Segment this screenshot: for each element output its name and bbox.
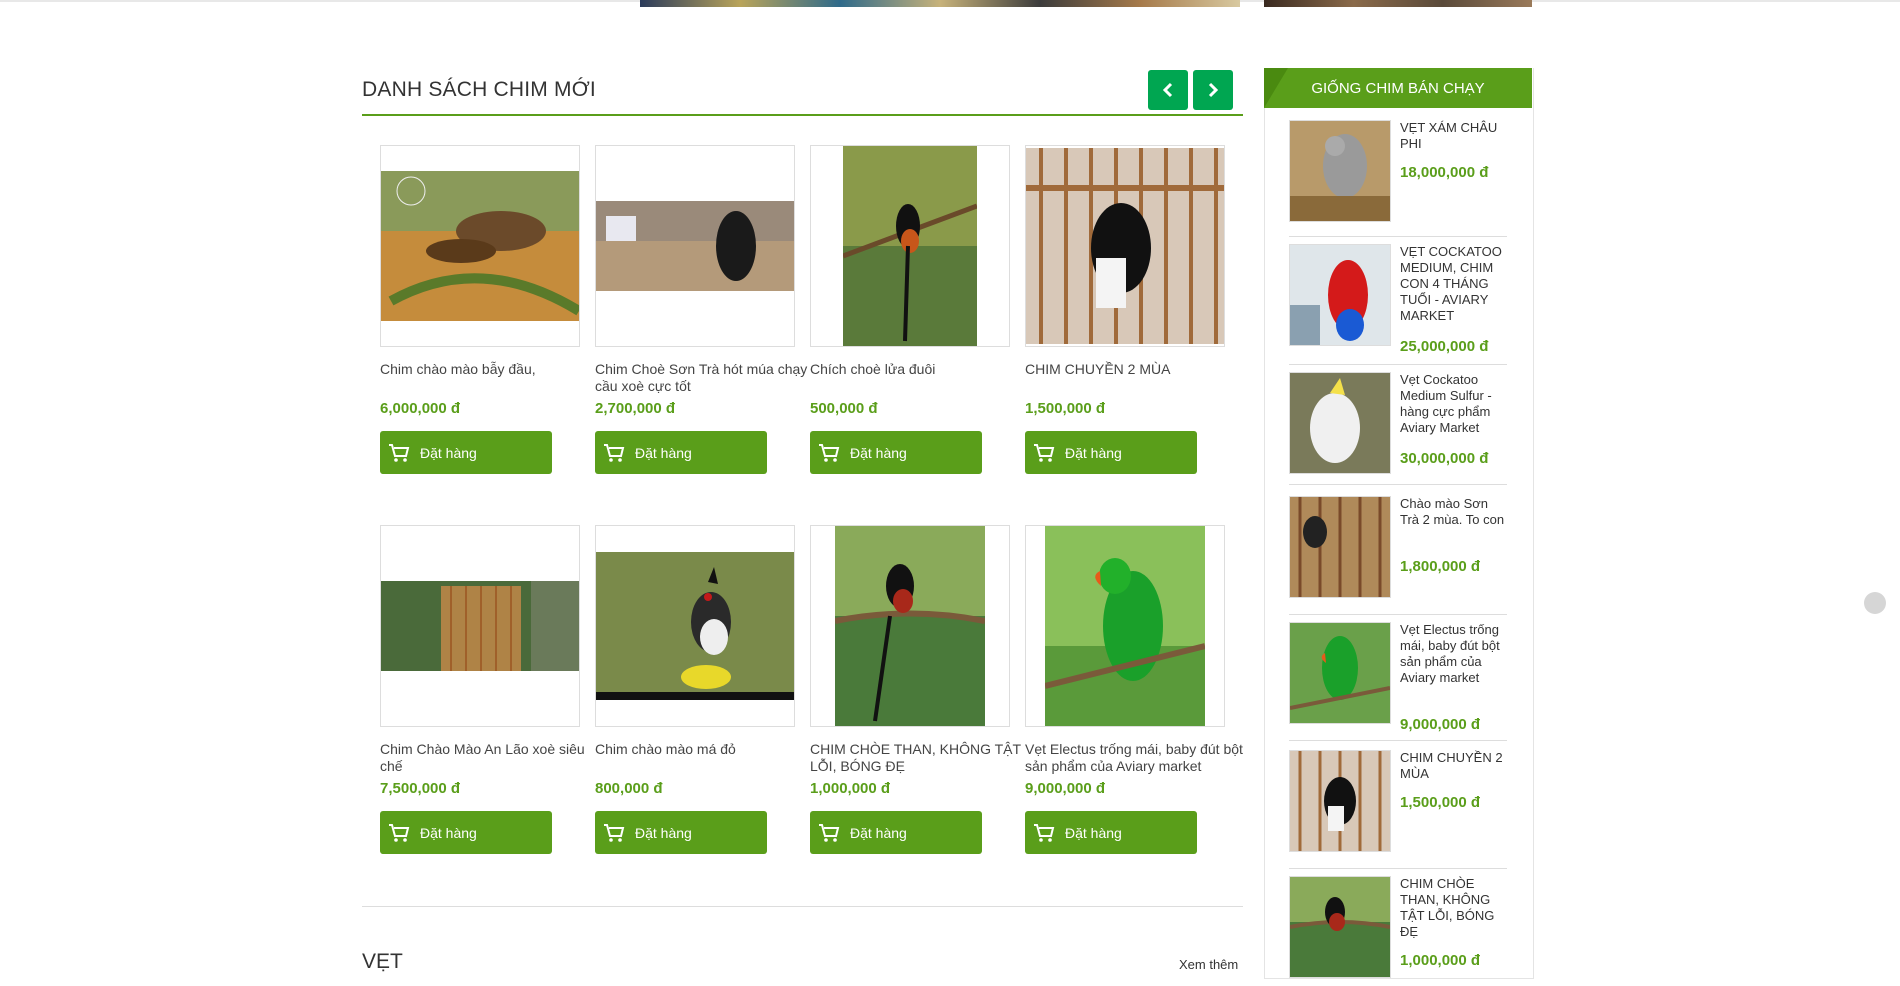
product-name[interactable]: Chim Chào Mào An Lão xoè siêu chế (380, 741, 600, 775)
product-image[interactable] (1025, 145, 1225, 347)
order-button[interactable]: Đặt hàng (380, 431, 552, 474)
sidebar-item-image[interactable] (1289, 244, 1391, 346)
cart-icon (819, 443, 840, 462)
cart-icon (389, 823, 410, 842)
sidebar-item[interactable]: Vẹt Cockatoo Medium Sulfur - hàng cực ph… (1289, 372, 1507, 485)
chevron-left-icon (1162, 82, 1173, 98)
sidebar-item-image[interactable] (1289, 750, 1391, 852)
section-header: DANH SÁCH CHIM MỚI (362, 70, 1243, 116)
sidebar-item-name[interactable]: CHIM CHÒE THAN, KHÔNG TẬT LỖI, BÓNG ĐẸ (1400, 876, 1510, 940)
order-button[interactable]: Đặt hàng (595, 431, 767, 474)
product-name[interactable]: CHIM CHUYỀN 2 MÙA (1025, 361, 1245, 378)
order-button[interactable]: Đặt hàng (380, 811, 552, 854)
product-price: 9,000,000 đ (1025, 780, 1106, 797)
sidebar-item-name[interactable]: CHIM CHUYỀN 2 MÙA (1400, 750, 1510, 782)
sidebar-item-image[interactable] (1289, 496, 1391, 598)
sidebar-header: GIỐNG CHIM BÁN CHẠY (1264, 68, 1532, 108)
order-button-label: Đặt hàng (1065, 824, 1122, 841)
product-image[interactable] (380, 145, 580, 347)
carousel-prev-button[interactable] (1148, 70, 1188, 110)
product-image[interactable] (380, 525, 580, 727)
sidebar-item-image[interactable] (1289, 372, 1391, 474)
section-title: DANH SÁCH CHIM MỚI (362, 78, 596, 101)
product-price: 7,500,000 đ (380, 780, 461, 797)
order-button-label: Đặt hàng (420, 824, 477, 841)
sidebar-item-name[interactable]: Vẹt Electus trống mái, baby đút bột sản … (1400, 622, 1510, 686)
sidebar-item-price: 9,000,000 đ (1400, 716, 1481, 733)
sidebar-item-image[interactable] (1289, 622, 1391, 724)
sidebar-item[interactable]: Vẹt Electus trống mái, baby đút bột sản … (1289, 622, 1507, 741)
product-price: 500,000 đ (810, 400, 878, 417)
sidebar-title: GIỐNG CHIM BÁN CHẠY (1311, 79, 1485, 97)
product-name[interactable]: Chích choè lửa đuôi (810, 361, 1030, 378)
sidebar-item[interactable]: Chào mào Sơn Trà 2 mùa. To con 1,800,000… (1289, 496, 1507, 615)
product-name[interactable]: Chim chào mào má đỏ (595, 741, 815, 758)
order-button[interactable]: Đặt hàng (1025, 811, 1197, 854)
cart-icon (1034, 443, 1055, 462)
cart-icon (819, 823, 840, 842)
sidebar-item[interactable]: VẸT COCKATOO MEDIUM, CHIM CON 4 THÁNG TU… (1289, 244, 1507, 365)
order-button-label: Đặt hàng (420, 444, 477, 461)
cart-icon (1034, 823, 1055, 842)
product-price: 800,000 đ (595, 780, 663, 797)
banner-image-strip (640, 0, 1240, 7)
product-price: 2,700,000 đ (595, 400, 676, 417)
order-button[interactable]: Đặt hàng (595, 811, 767, 854)
product-price: 1,000,000 đ (810, 780, 891, 797)
product-name[interactable]: Chim Choè Sơn Trà hót múa chạy cầu xoè c… (595, 361, 815, 395)
sidebar-item-image[interactable] (1289, 876, 1391, 978)
order-button[interactable]: Đặt hàng (810, 811, 982, 854)
product-image[interactable] (810, 525, 1010, 727)
product-image[interactable] (810, 145, 1010, 347)
cart-icon (389, 443, 410, 462)
product-image[interactable] (595, 525, 795, 727)
sidebar-item-name[interactable]: Chào mào Sơn Trà 2 mùa. To con (1400, 496, 1510, 528)
order-button[interactable]: Đặt hàng (810, 431, 982, 474)
cart-icon (604, 443, 625, 462)
sidebar-item-name[interactable]: Vẹt Cockatoo Medium Sulfur - hàng cực ph… (1400, 372, 1510, 436)
order-button-label: Đặt hàng (635, 824, 692, 841)
order-button-label: Đặt hàng (1065, 444, 1122, 461)
order-button-label: Đặt hàng (850, 444, 907, 461)
cart-icon (604, 823, 625, 842)
sidebar-item[interactable]: VẸT XÁM CHÂU PHI 18,000,000 đ (1289, 120, 1507, 237)
sidebar-item-price: 1,500,000 đ (1400, 794, 1481, 811)
next-section-title: VẸT (362, 950, 403, 973)
chevron-right-icon (1208, 82, 1219, 98)
order-button[interactable]: Đặt hàng (1025, 431, 1197, 474)
header-corner-decoration (1264, 68, 1288, 108)
product-name[interactable]: Vẹt Electus trống mái, baby đút bột sản … (1025, 741, 1245, 775)
sidebar-item-price: 18,000,000 đ (1400, 164, 1489, 181)
sidebar-item-image[interactable] (1289, 120, 1391, 222)
sidebar-item[interactable]: CHIM CHUYỀN 2 MÙA 1,500,000 đ (1289, 750, 1507, 869)
product-image[interactable] (1025, 525, 1225, 727)
product-image[interactable] (595, 145, 795, 347)
product-price: 1,500,000 đ (1025, 400, 1106, 417)
order-button-label: Đặt hàng (635, 444, 692, 461)
sidebar-item-name[interactable]: VẸT XÁM CHÂU PHI (1400, 120, 1510, 152)
section-divider (362, 906, 1243, 907)
sidebar-item-price: 30,000,000 đ (1400, 450, 1489, 467)
sidebar-item-price: 1,800,000 đ (1400, 558, 1481, 575)
sidebar-item-price: 1,000,000 đ (1400, 952, 1481, 969)
order-button-label: Đặt hàng (850, 824, 907, 841)
product-price: 6,000,000 đ (380, 400, 461, 417)
product-name[interactable]: Chim chào mào bẫy đầu, (380, 361, 600, 378)
side-banner-image-strip (1264, 0, 1532, 7)
product-name[interactable]: CHIM CHÒE THAN, KHÔNG TẬT LỖI, BÓNG ĐẸ (810, 741, 1030, 775)
carousel-next-button[interactable] (1193, 70, 1233, 110)
sidebar-item-name[interactable]: VẸT COCKATOO MEDIUM, CHIM CON 4 THÁNG TU… (1400, 244, 1510, 324)
scroll-to-top-button[interactable] (1864, 592, 1886, 614)
sidebar-item-price: 25,000,000 đ (1400, 338, 1489, 355)
